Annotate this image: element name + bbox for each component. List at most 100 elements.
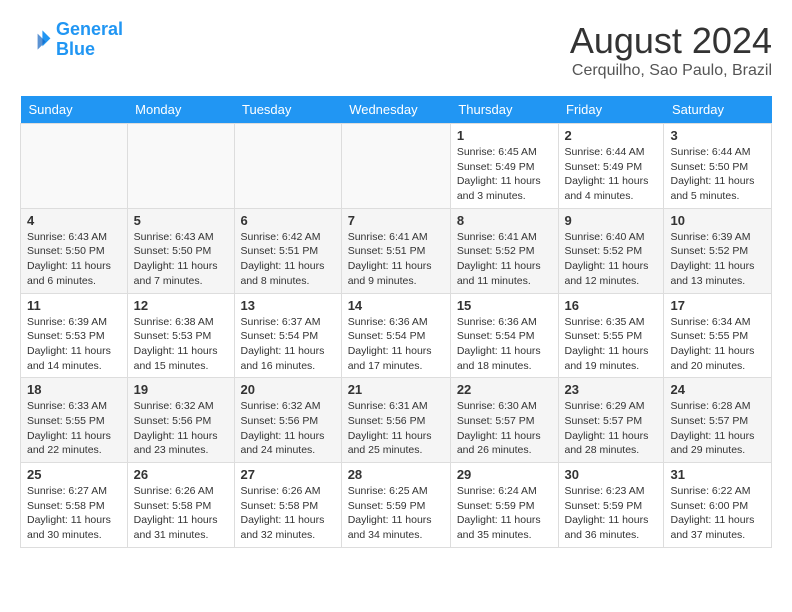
logo-line2: Blue — [56, 39, 95, 59]
date-number: 8 — [457, 213, 552, 228]
calendar-cell: 1 Sunrise: 6:45 AM Sunset: 5:49 PM Daylig… — [450, 124, 558, 209]
calendar-cell: 24 Sunrise: 6:28 AM Sunset: 5:57 PM Dayli… — [664, 378, 772, 463]
date-number: 20 — [241, 382, 335, 397]
calendar-cell: 9 Sunrise: 6:40 AM Sunset: 5:52 PM Daylig… — [558, 208, 664, 293]
calendar-cell: 8 Sunrise: 6:41 AM Sunset: 5:52 PM Daylig… — [450, 208, 558, 293]
title-block: August 2024 Cerquilho, Sao Paulo, Brazil — [570, 20, 772, 80]
date-number: 4 — [27, 213, 121, 228]
date-number: 22 — [457, 382, 552, 397]
date-number: 1 — [457, 128, 552, 143]
calendar-cell: 27 Sunrise: 6:26 AM Sunset: 5:58 PM Dayli… — [234, 463, 341, 548]
date-number: 16 — [565, 298, 658, 313]
cell-info: Sunrise: 6:39 AM Sunset: 5:53 PM Dayligh… — [27, 315, 121, 374]
day-header-saturday: Saturday — [664, 96, 772, 124]
calendar-cell: 4 Sunrise: 6:43 AM Sunset: 5:50 PM Daylig… — [21, 208, 128, 293]
cell-info: Sunrise: 6:41 AM Sunset: 5:51 PM Dayligh… — [348, 230, 444, 289]
day-header-tuesday: Tuesday — [234, 96, 341, 124]
calendar-cell — [341, 124, 450, 209]
date-number: 11 — [27, 298, 121, 313]
date-number: 10 — [670, 213, 765, 228]
cell-info: Sunrise: 6:30 AM Sunset: 5:57 PM Dayligh… — [457, 399, 552, 458]
day-header-thursday: Thursday — [450, 96, 558, 124]
date-number: 2 — [565, 128, 658, 143]
cell-info: Sunrise: 6:33 AM Sunset: 5:55 PM Dayligh… — [27, 399, 121, 458]
calendar-cell — [127, 124, 234, 209]
day-header-sunday: Sunday — [21, 96, 128, 124]
calendar-cell — [234, 124, 341, 209]
cell-info: Sunrise: 6:26 AM Sunset: 5:58 PM Dayligh… — [241, 484, 335, 543]
date-number: 17 — [670, 298, 765, 313]
cell-info: Sunrise: 6:36 AM Sunset: 5:54 PM Dayligh… — [457, 315, 552, 374]
date-number: 19 — [134, 382, 228, 397]
date-number: 29 — [457, 467, 552, 482]
calendar-cell: 29Sunrise: 6:24 AM Sunset: 5:59 PM Dayli… — [450, 463, 558, 548]
cell-info: Sunrise: 6:28 AM Sunset: 5:57 PM Dayligh… — [670, 399, 765, 458]
calendar-cell: 22 Sunrise: 6:30 AM Sunset: 5:57 PM Dayli… — [450, 378, 558, 463]
date-number: 26 — [134, 467, 228, 482]
calendar-cell: 26Sunrise: 6:26 AM Sunset: 5:58 PM Dayli… — [127, 463, 234, 548]
calendar-cell: 5 Sunrise: 6:43 AM Sunset: 5:50 PM Daylig… — [127, 208, 234, 293]
cell-info: Sunrise: 6:45 AM Sunset: 5:49 PM Dayligh… — [457, 145, 552, 204]
location: Cerquilho, Sao Paulo, Brazil — [570, 62, 772, 80]
week-row-3: 11 Sunrise: 6:39 AM Sunset: 5:53 PM Dayli… — [21, 293, 772, 378]
calendar-cell: 14Sunrise: 6:36 AM Sunset: 5:54 PM Dayli… — [341, 293, 450, 378]
calendar-cell: 21 Sunrise: 6:31 AM Sunset: 5:56 PM Dayli… — [341, 378, 450, 463]
cell-info: Sunrise: 6:44 AM Sunset: 5:49 PM Dayligh… — [565, 145, 658, 204]
calendar-cell — [21, 124, 128, 209]
date-number: 6 — [241, 213, 335, 228]
calendar-cell: 20 Sunrise: 6:32 AM Sunset: 5:56 PM Dayli… — [234, 378, 341, 463]
cell-info: Sunrise: 6:43 AM Sunset: 5:50 PM Dayligh… — [134, 230, 228, 289]
cell-info: Sunrise: 6:34 AM Sunset: 5:55 PM Dayligh… — [670, 315, 765, 374]
calendar-cell: 10Sunrise: 6:39 AM Sunset: 5:52 PM Dayli… — [664, 208, 772, 293]
date-number: 9 — [565, 213, 658, 228]
date-number: 25 — [27, 467, 121, 482]
cell-info: Sunrise: 6:35 AM Sunset: 5:55 PM Dayligh… — [565, 315, 658, 374]
cell-info: Sunrise: 6:40 AM Sunset: 5:52 PM Dayligh… — [565, 230, 658, 289]
date-number: 7 — [348, 213, 444, 228]
day-header-wednesday: Wednesday — [341, 96, 450, 124]
date-number: 5 — [134, 213, 228, 228]
date-number: 13 — [241, 298, 335, 313]
date-number: 24 — [670, 382, 765, 397]
cell-info: Sunrise: 6:23 AM Sunset: 5:59 PM Dayligh… — [565, 484, 658, 543]
calendar-cell: 19 Sunrise: 6:32 AM Sunset: 5:56 PM Dayli… — [127, 378, 234, 463]
cell-info: Sunrise: 6:43 AM Sunset: 5:50 PM Dayligh… — [27, 230, 121, 289]
calendar-cell: 15Sunrise: 6:36 AM Sunset: 5:54 PM Dayli… — [450, 293, 558, 378]
date-number: 21 — [348, 382, 444, 397]
cell-info: Sunrise: 6:27 AM Sunset: 5:58 PM Dayligh… — [27, 484, 121, 543]
calendar-cell: 23 Sunrise: 6:29 AM Sunset: 5:57 PM Dayli… — [558, 378, 664, 463]
logo-icon — [20, 24, 52, 56]
date-number: 18 — [27, 382, 121, 397]
week-row-1: 1 Sunrise: 6:45 AM Sunset: 5:49 PM Daylig… — [21, 124, 772, 209]
date-number: 23 — [565, 382, 658, 397]
calendar-cell: 17 Sunrise: 6:34 AM Sunset: 5:55 PM Dayli… — [664, 293, 772, 378]
date-number: 30 — [565, 467, 658, 482]
cell-info: Sunrise: 6:42 AM Sunset: 5:51 PM Dayligh… — [241, 230, 335, 289]
date-number: 12 — [134, 298, 228, 313]
date-number: 31 — [670, 467, 765, 482]
calendar-cell: 16 Sunrise: 6:35 AM Sunset: 5:55 PM Dayli… — [558, 293, 664, 378]
calendar-cell: 13Sunrise: 6:37 AM Sunset: 5:54 PM Dayli… — [234, 293, 341, 378]
date-number: 3 — [670, 128, 765, 143]
calendar-cell: 7 Sunrise: 6:41 AM Sunset: 5:51 PM Daylig… — [341, 208, 450, 293]
cell-info: Sunrise: 6:31 AM Sunset: 5:56 PM Dayligh… — [348, 399, 444, 458]
month-year: August 2024 — [570, 20, 772, 62]
date-number: 14 — [348, 298, 444, 313]
calendar-cell: 30 Sunrise: 6:23 AM Sunset: 5:59 PM Dayli… — [558, 463, 664, 548]
logo: General Blue — [20, 20, 123, 60]
cell-info: Sunrise: 6:44 AM Sunset: 5:50 PM Dayligh… — [670, 145, 765, 204]
calendar-cell: 12Sunrise: 6:38 AM Sunset: 5:53 PM Dayli… — [127, 293, 234, 378]
day-header-monday: Monday — [127, 96, 234, 124]
calendar-cell: 31Sunrise: 6:22 AM Sunset: 6:00 PM Dayli… — [664, 463, 772, 548]
cell-info: Sunrise: 6:32 AM Sunset: 5:56 PM Dayligh… — [241, 399, 335, 458]
cell-info: Sunrise: 6:32 AM Sunset: 5:56 PM Dayligh… — [134, 399, 228, 458]
calendar-cell: 25 Sunrise: 6:27 AM Sunset: 5:58 PM Dayli… — [21, 463, 128, 548]
date-number: 28 — [348, 467, 444, 482]
cell-info: Sunrise: 6:29 AM Sunset: 5:57 PM Dayligh… — [565, 399, 658, 458]
date-number: 27 — [241, 467, 335, 482]
cell-info: Sunrise: 6:41 AM Sunset: 5:52 PM Dayligh… — [457, 230, 552, 289]
week-row-2: 4 Sunrise: 6:43 AM Sunset: 5:50 PM Daylig… — [21, 208, 772, 293]
day-header-friday: Friday — [558, 96, 664, 124]
cell-info: Sunrise: 6:25 AM Sunset: 5:59 PM Dayligh… — [348, 484, 444, 543]
calendar-table: SundayMondayTuesdayWednesdayThursdayFrid… — [20, 96, 772, 548]
